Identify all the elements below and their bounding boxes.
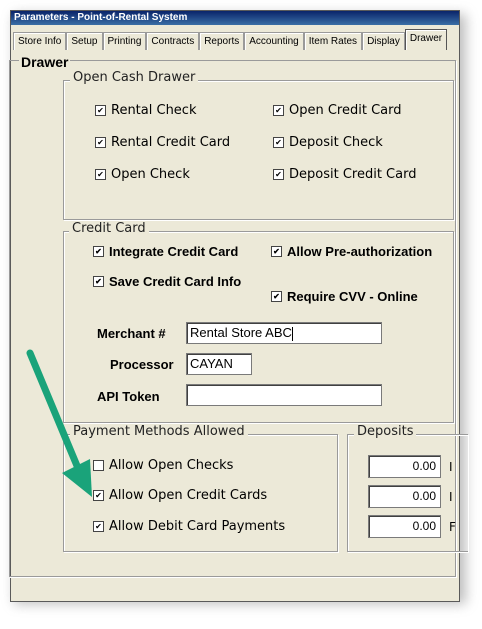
checkbox-label: Open Credit Card: [289, 103, 402, 118]
deposits-title: Deposits: [354, 424, 417, 439]
processor-value: CAYAN: [190, 356, 233, 371]
checkbox-label: Integrate Credit Card: [109, 244, 239, 259]
tab-store-info[interactable]: Store Info: [13, 32, 67, 50]
tab-reports[interactable]: Reports: [199, 32, 245, 50]
checkbox-open-credit-card[interactable]: Open Credit Card: [273, 103, 402, 118]
checkbox-box[interactable]: [95, 137, 106, 148]
processor-label: Processor: [110, 357, 174, 372]
open-cash-drawer-title: Open Cash Drawer: [70, 70, 199, 85]
page-title: Drawer: [19, 54, 71, 70]
checkbox-label: Allow Debit Card Payments: [109, 519, 286, 534]
checkbox-label: Rental Check: [111, 103, 197, 118]
checkbox-label: Allow Pre-authorization: [287, 244, 433, 259]
api-token-label: API Token: [97, 389, 160, 404]
deposit-trailing-label-2: I: [449, 490, 453, 504]
checkbox-box[interactable]: [273, 105, 284, 116]
tab-display[interactable]: Display: [362, 32, 405, 50]
text-cursor: [291, 326, 293, 341]
checkbox-deposit-check[interactable]: Deposit Check: [273, 135, 383, 150]
checkbox-require-cvv-online[interactable]: Require CVV - Online: [271, 289, 418, 304]
checkbox-box[interactable]: [93, 521, 104, 532]
annotation-arrow-icon: [26, 349, 92, 497]
merchant-input[interactable]: Rental Store ABC: [186, 322, 382, 344]
checkbox-label: Require CVV - Online: [287, 289, 418, 304]
tab-accounting[interactable]: Accounting: [244, 32, 304, 50]
checkbox-rental-credit-card[interactable]: Rental Credit Card: [95, 135, 230, 150]
checkbox-allow-open-checks[interactable]: Allow Open Checks: [93, 458, 233, 473]
checkbox-label: Deposit Credit Card: [289, 167, 417, 182]
deposit-trailing-label-1: I: [449, 460, 453, 474]
merchant-label: Merchant #: [97, 326, 166, 341]
processor-input[interactable]: CAYAN: [186, 353, 252, 375]
checkbox-label: Deposit Check: [289, 135, 383, 150]
checkbox-box[interactable]: [93, 246, 104, 257]
window-title: Parameters - Point-of-Rental System: [11, 11, 459, 25]
checkbox-box[interactable]: [273, 169, 284, 180]
checkbox-allow-open-credit-cards[interactable]: Allow Open Credit Cards: [93, 488, 267, 503]
checkbox-allow-preauthorization[interactable]: Allow Pre-authorization: [271, 244, 432, 259]
tab-setup[interactable]: Setup: [66, 32, 103, 50]
checkbox-label: Save Credit Card Info: [109, 274, 242, 289]
checkbox-allow-debit-card-payments[interactable]: Allow Debit Card Payments: [93, 519, 285, 534]
tab-drawer[interactable]: Drawer: [404, 29, 448, 50]
open-cash-drawer-group: [63, 80, 454, 220]
checkbox-integrate-credit-card[interactable]: Integrate Credit Card: [93, 244, 238, 259]
checkbox-open-check[interactable]: Open Check: [95, 167, 190, 182]
checkbox-label: Allow Open Checks: [109, 458, 234, 473]
deposit-input-2[interactable]: 0.00: [368, 485, 441, 508]
tab-strip: Store Info Setup Printing Contracts Repo…: [13, 29, 448, 50]
checkbox-rental-check[interactable]: Rental Check: [95, 103, 196, 118]
checkbox-label: Allow Open Credit Cards: [109, 488, 268, 503]
merchant-value: Rental Store ABC: [190, 325, 292, 340]
tab-printing[interactable]: Printing: [102, 32, 147, 50]
checkbox-box[interactable]: [271, 246, 282, 257]
tab-item-rates[interactable]: Item Rates: [303, 32, 363, 50]
deposit-input-3[interactable]: 0.00: [368, 515, 441, 538]
checkbox-box[interactable]: [273, 137, 284, 148]
deposit-trailing-label-3: F: [449, 520, 456, 534]
checkbox-deposit-credit-card[interactable]: Deposit Credit Card: [273, 167, 416, 182]
credit-card-title: Credit Card: [69, 221, 149, 236]
checkbox-box[interactable]: [271, 291, 282, 302]
checkbox-save-credit-card-info[interactable]: Save Credit Card Info: [93, 274, 241, 289]
api-token-input[interactable]: [186, 384, 382, 406]
tab-contracts[interactable]: Contracts: [146, 32, 200, 50]
deposit-input-1[interactable]: 0.00: [368, 455, 441, 478]
checkbox-box[interactable]: [93, 276, 104, 287]
checkbox-label: Rental Credit Card: [111, 135, 231, 150]
checkbox-box[interactable]: [95, 105, 106, 116]
checkbox-label: Open Check: [111, 167, 190, 182]
checkbox-box[interactable]: [95, 169, 106, 180]
